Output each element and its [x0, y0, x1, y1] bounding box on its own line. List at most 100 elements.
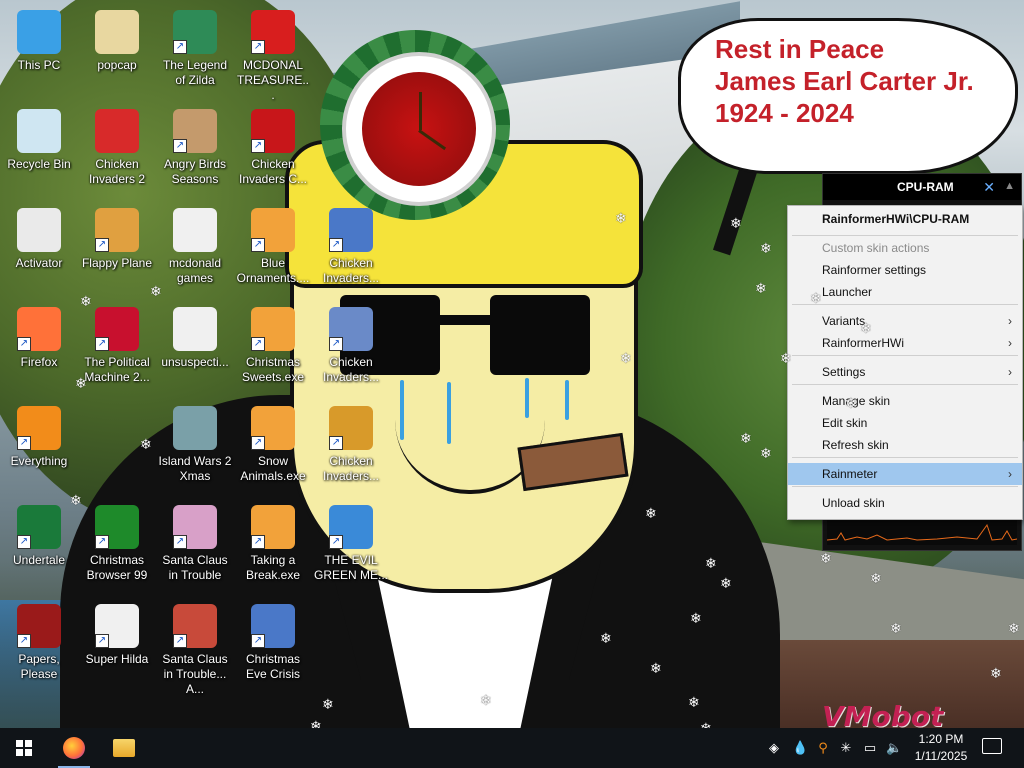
menu-item-rainformerhwi[interactable]: RainformerHWi › — [788, 332, 1022, 354]
recycle-bin-icon — [17, 109, 61, 153]
rainmeter-icon[interactable]: ◈ — [766, 739, 782, 757]
snowflake-icon: ❄ — [1008, 620, 1020, 636]
firefox-taskbar-button[interactable] — [50, 728, 98, 768]
skin-collapse-icon[interactable]: ▲ — [1004, 180, 1015, 192]
shortcut-arrow-icon: ↗ — [251, 139, 265, 153]
menu-item-launcher[interactable]: Launcher — [788, 281, 1022, 303]
desktop-icon[interactable]: ↗ Undertale — [0, 499, 78, 595]
desktop-icon[interactable]: mcdonald games — [156, 202, 234, 298]
desktop-icon[interactable]: Island Wars 2 Xmas — [156, 400, 234, 496]
file-explorer-taskbar-button[interactable] — [100, 728, 148, 768]
plane-icon: ↗ — [95, 208, 139, 252]
menu-item-rainmeter[interactable]: Rainmeter › — [788, 463, 1022, 485]
menu-item-unload-skin[interactable]: Unload skin — [788, 492, 1022, 514]
snowflake-icon: ❄ — [860, 320, 872, 336]
water-drop-icon[interactable]: 💧 — [792, 739, 808, 757]
desktop-icon[interactable]: ↗ Santa Claus in Trouble — [156, 499, 234, 595]
snowflake-icon: ❄ — [150, 283, 162, 299]
desktop-icon[interactable]: ↗ MCDONAL TREASURE... — [234, 4, 312, 102]
desktop-icon[interactable]: ↗ Christmas Browser 99 — [78, 499, 156, 595]
shortcut-arrow-icon: ↗ — [251, 337, 265, 351]
desktop-icon[interactable]: ↗ Christmas Sweets.exe — [234, 301, 312, 397]
desktop-icon[interactable]: ↗ Firefox — [0, 301, 78, 397]
app-icon: ↗ — [251, 307, 295, 351]
search-icon: ↗ — [17, 406, 61, 450]
desktop-icon[interactable]: ↗ Super Hilda — [78, 598, 156, 694]
submenu-arrow-icon: › — [1008, 314, 1012, 328]
rainmeter-context-menu: RainformerHWi\CPU-RAM Custom skin action… — [787, 205, 1023, 520]
snowflake-icon: ❄ — [645, 505, 657, 521]
desktop-icon[interactable]: ↗ Angry Birds Seasons — [156, 103, 234, 199]
menu-item-label: Settings — [822, 365, 866, 379]
notification-center-icon[interactable] — [982, 738, 1002, 754]
messenger-icon: ↗ — [329, 505, 373, 549]
desktop-icon[interactable]: ↗ Christmas Eve Crisis — [234, 598, 312, 694]
desktop-icon[interactable]: ↗ Taking a Break.exe — [234, 499, 312, 595]
skin-settings-icon[interactable]: ✕ — [983, 179, 995, 196]
menu-item-label: Rainformer settings — [822, 263, 927, 277]
santa-icon: ↗ — [173, 505, 217, 549]
taskbar-clock[interactable]: 1:20 PM 1/11/2025 — [906, 731, 976, 765]
shortcut-arrow-icon: ↗ — [95, 535, 109, 549]
clock-face — [342, 52, 496, 206]
menu-item-refresh-skin[interactable]: Refresh skin — [788, 434, 1022, 456]
desktop-icon-label: Blue Ornaments.... — [236, 256, 310, 285]
clock-hour-hand — [419, 92, 422, 130]
menu-item-edit-skin[interactable]: Edit skin — [788, 412, 1022, 434]
desktop-icon[interactable]: Chicken Invaders 2 — [78, 103, 156, 199]
network-icon[interactable]: ▭ — [862, 739, 878, 757]
desktop-icon[interactable]: ↗ Chicken Invaders C... — [234, 103, 312, 199]
desktop-icon[interactable]: Recycle Bin — [0, 103, 78, 199]
memorial-text: Rest in Peace James Earl Carter Jr. 1924… — [715, 33, 974, 129]
desktop-icon[interactable]: ↗ The Political Machine 2... — [78, 301, 156, 397]
desktop-icon[interactable]: ↗ Santa Claus in Trouble... A... — [156, 598, 234, 696]
desktop-icon[interactable]: ↗ Papers, Please — [0, 598, 78, 694]
shortcut-arrow-icon: ↗ — [251, 40, 265, 54]
shortcut-arrow-icon: ↗ — [329, 535, 343, 549]
desktop-icon[interactable]: unsuspecti... — [156, 301, 234, 397]
menu-item-settings[interactable]: Settings › — [788, 361, 1022, 383]
desktop-icon[interactable]: ↗ The Legend of Zilda — [156, 4, 234, 100]
desktop-icon-label: Taking a Break.exe — [245, 553, 301, 582]
desktop-icon[interactable]: ↗ Snow Animals.exe — [234, 400, 312, 496]
menu-item-label: Unload skin — [822, 496, 885, 510]
menu-item-variants[interactable]: Variants › — [788, 310, 1022, 332]
snowflake-icon: ❄ — [620, 350, 632, 366]
taskbar: ◈ 💧 ⚲ ✳ ▭ 🔈 1:20 PM 1/11/2025 — [0, 728, 1024, 768]
desktop-icon[interactable]: ↗ THE EVIL GREEN ME... — [312, 499, 390, 595]
start-button[interactable] — [0, 728, 48, 768]
snowflake-icon: ❄ — [740, 430, 752, 446]
desktop-icon-label: The Political Machine 2... — [84, 355, 150, 384]
christmas-clock-widget[interactable] — [320, 30, 510, 220]
snowflake-icon: ❄ — [755, 280, 767, 296]
menu-item-rainformer-settings[interactable]: Rainformer settings — [788, 259, 1022, 281]
menu-header-skin-name: RainformerHWi\CPU-RAM — [822, 212, 970, 226]
computer-icon — [17, 10, 61, 54]
desktop-icon[interactable]: ↗ Chicken Invaders... — [312, 400, 390, 496]
desktop-icon-label: Chicken Invaders 2 — [88, 157, 146, 186]
desktop-icon-label: Chicken Invaders... — [322, 454, 380, 483]
desktop-icon[interactable]: popcap — [78, 4, 156, 100]
desktop-icon-label: Angry Birds Seasons — [163, 157, 227, 186]
desktop-icon[interactable]: ↗ Flappy Plane — [78, 202, 156, 298]
desktop-icon[interactable]: This PC — [0, 4, 78, 100]
undertale-icon: ↗ — [17, 505, 61, 549]
desktop-icon[interactable]: ↗ Blue Ornaments.... — [234, 202, 312, 298]
desktop-icon[interactable]: ↗ Chicken Invaders... — [312, 301, 390, 397]
desktop-icon[interactable]: ↗ Chicken Invaders... — [312, 202, 390, 298]
desktop-icon[interactable]: ↗ Everything — [0, 400, 78, 496]
volume-muted-icon[interactable]: 🔈 — [886, 739, 902, 757]
snowflake-icon: ❄ — [322, 696, 334, 712]
desktop-icon-label: Christmas Eve Crisis — [245, 652, 300, 681]
menu-separator — [792, 355, 1018, 356]
snowflake-icon: ❄ — [480, 692, 492, 708]
memorial-line-2: James Earl Carter Jr. — [715, 66, 974, 96]
search-icon[interactable]: ⚲ — [815, 739, 831, 757]
menu-item-label: RainformerHWi — [822, 336, 905, 350]
firefox-icon: ↗ — [17, 307, 61, 351]
desktop-icon[interactable]: Activator — [0, 202, 78, 298]
menu-item-manage-skin[interactable]: Manage skin — [788, 390, 1022, 412]
snowflake-icon[interactable]: ✳ — [838, 739, 854, 757]
menu-separator — [792, 235, 1018, 236]
submenu-arrow-icon: › — [1008, 365, 1012, 379]
